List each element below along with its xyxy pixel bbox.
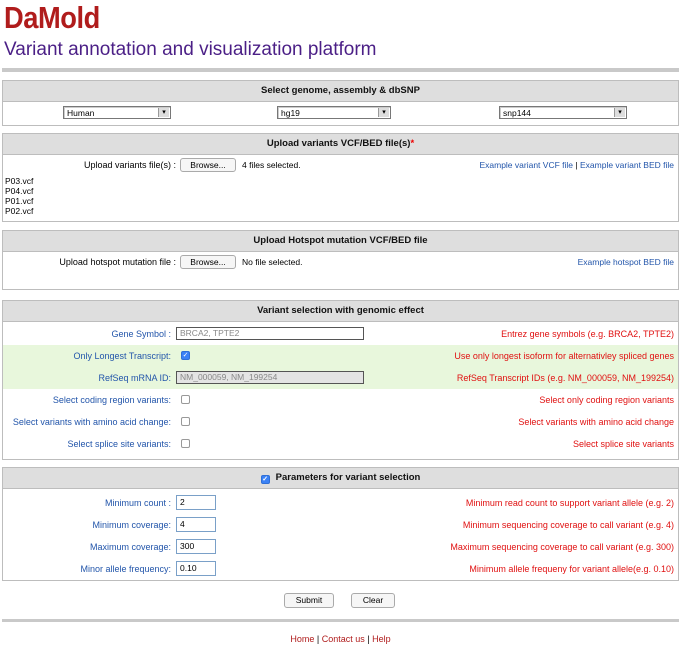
dbsnp-value: snp144: [503, 108, 531, 118]
list-item: P04.vcf: [5, 186, 34, 196]
footer-separator: |: [367, 634, 370, 644]
required-mark: *: [410, 138, 415, 149]
selection-panel-title: Variant selection with genomic effect: [3, 301, 678, 322]
amino-acid-checkbox[interactable]: [181, 417, 190, 426]
max-coverage-input[interactable]: 300: [176, 539, 216, 554]
longest-transcript-row: Only Longest Transcript: ✓ Use only long…: [3, 345, 678, 367]
coding-region-label: Select coding region variants:: [52, 395, 171, 405]
min-coverage-help: Minimum sequencing coverage to call vari…: [462, 520, 674, 530]
max-coverage-label: Maximum coverage:: [89, 542, 171, 552]
coding-region-row: Select coding region variants: Select on…: [3, 389, 678, 411]
variants-file-status: 4 files selected.: [242, 160, 301, 170]
check-icon: ✓: [182, 352, 189, 359]
footer-separator: |: [316, 634, 320, 644]
example-hotspot-link[interactable]: Example hotspot BED file: [578, 257, 674, 267]
dbsnp-select[interactable]: snp144 ▾: [499, 106, 627, 119]
parameters-enable-checkbox[interactable]: ✓: [260, 475, 270, 484]
amino-acid-label: Select variants with amino acid change:: [12, 417, 171, 427]
upload-hotspot-label: Upload hotspot mutation file :: [59, 257, 176, 267]
splice-site-help: Select splice site variants: [572, 439, 674, 449]
maf-help: Minimum allele frequeny for variant alle…: [469, 564, 674, 574]
clear-button[interactable]: Clear: [351, 593, 395, 608]
home-link[interactable]: Home: [290, 634, 314, 644]
help-link[interactable]: Help: [372, 634, 391, 644]
check-icon: ✓: [262, 476, 269, 483]
selected-files-list: P03.vcf P04.vcf P01.vcf P02.vcf: [5, 176, 33, 216]
longest-transcript-help: Use only longest isoform for alternativl…: [454, 351, 674, 361]
chevron-down-icon: ▾: [158, 108, 169, 117]
min-coverage-label: Minimum coverage:: [92, 520, 171, 530]
genome-select[interactable]: Human ▾: [63, 106, 171, 119]
refseq-label: RefSeq mRNA ID:: [98, 373, 171, 383]
genome-panel: Select genome, assembly & dbSNP Human ▾ …: [2, 80, 679, 126]
gene-symbol-label: Gene Symbol :: [111, 329, 171, 339]
example-vcf-link[interactable]: Example variant VCF file: [479, 160, 573, 170]
vcf-upload-panel: Upload variants VCF/BED file(s)* Upload …: [2, 133, 679, 222]
list-item: P02.vcf: [5, 206, 34, 216]
maf-label: Minor allele frequency:: [80, 564, 171, 574]
refseq-input[interactable]: NM_000059, NM_199254: [176, 371, 364, 384]
browse-hotspot-button[interactable]: Browse...: [180, 255, 236, 269]
contact-link[interactable]: Contact us: [322, 634, 365, 644]
amino-acid-row: Select variants with amino acid change: …: [3, 411, 678, 433]
assembly-select[interactable]: hg19 ▾: [277, 106, 391, 119]
upload-variants-label: Upload variants file(s) :: [83, 160, 176, 170]
hotspot-panel-title: Upload Hotspot mutation VCF/BED file: [3, 231, 678, 252]
browse-variants-button[interactable]: Browse...: [180, 158, 236, 172]
splice-site-label: Select splice site variants:: [67, 439, 171, 449]
genome-value: Human: [67, 108, 95, 118]
coding-region-help: Select only coding region variants: [539, 395, 674, 405]
min-count-input[interactable]: 2: [176, 495, 216, 510]
submit-button[interactable]: Submit: [284, 593, 334, 608]
parameters-panel-title: ✓ Parameters for variant selection: [3, 468, 678, 489]
longest-transcript-checkbox[interactable]: ✓: [181, 351, 190, 360]
assembly-value: hg19: [281, 108, 300, 118]
chevron-down-icon: ▾: [378, 108, 389, 117]
list-item: P03.vcf: [5, 176, 34, 186]
gene-symbol-row: Gene Symbol : BRCA2, TPTE2 Entrez gene s…: [3, 323, 678, 345]
chevron-down-icon: ▾: [614, 108, 625, 117]
list-item: P01.vcf: [5, 196, 34, 206]
footer-divider: [2, 619, 679, 622]
amino-acid-help: Select variants with amino acid change: [518, 417, 674, 427]
vcf-panel-title-text: Upload variants VCF/BED file(s): [266, 138, 411, 149]
min-coverage-input[interactable]: 4: [176, 517, 216, 532]
hotspot-file-status: No file selected.: [242, 257, 303, 267]
link-separator: |: [575, 160, 578, 170]
gene-symbol-input[interactable]: BRCA2, TPTE2: [176, 327, 364, 340]
coding-region-checkbox[interactable]: [181, 395, 190, 404]
footer-nav: Home | Contact us | Help: [0, 634, 681, 644]
header-divider: [2, 68, 679, 72]
logo: DaMold: [4, 0, 100, 35]
longest-transcript-label: Only Longest Transcript:: [73, 351, 171, 361]
refseq-help: RefSeq Transcript IDs (e.g. NM_000059, N…: [456, 373, 674, 383]
site-subtitle: Variant annotation and visualization pla…: [4, 39, 377, 60]
variant-selection-panel: Variant selection with genomic effect Ge…: [2, 300, 679, 460]
parameters-title-text: Parameters for variant selection: [275, 472, 421, 483]
parameters-panel: ✓ Parameters for variant selection Minimu…: [2, 467, 679, 581]
splice-site-row: Select splice site variants: Select spli…: [3, 433, 678, 455]
vcf-panel-title: Upload variants VCF/BED file(s)*: [3, 134, 678, 155]
min-count-help: Minimum read count to support variant al…: [465, 498, 674, 508]
hotspot-upload-panel: Upload Hotspot mutation VCF/BED file Upl…: [2, 230, 679, 290]
maf-input[interactable]: 0.10: [176, 561, 216, 576]
splice-site-checkbox[interactable]: [181, 439, 190, 448]
min-count-label: Minimum count :: [104, 498, 171, 508]
refseq-row: RefSeq mRNA ID: NM_000059, NM_199254 Ref…: [3, 367, 678, 389]
gene-symbol-help: Entrez gene symbols (e.g. BRCA2, TPTE2): [501, 329, 674, 339]
example-bed-link[interactable]: Example variant BED file: [580, 160, 674, 170]
genome-panel-title: Select genome, assembly & dbSNP: [3, 81, 678, 102]
max-coverage-help: Maximum sequencing coverage to call vari…: [450, 542, 674, 552]
